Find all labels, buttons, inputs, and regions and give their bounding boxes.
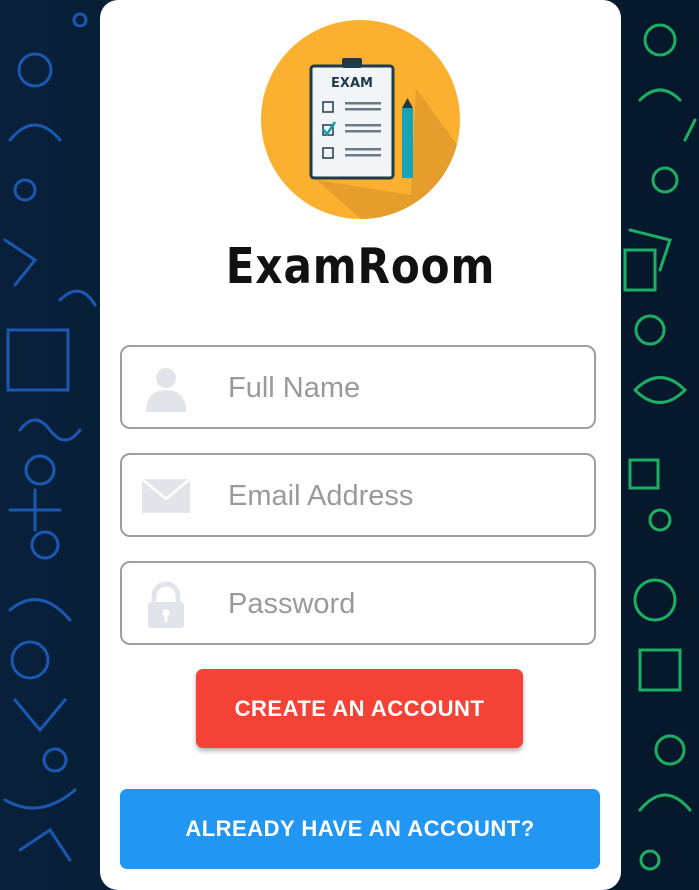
svg-text:EXAM: EXAM: [331, 76, 373, 91]
create-account-button[interactable]: CREATE AN ACCOUNT: [196, 669, 523, 748]
app-title: ExamRoom: [225, 238, 496, 295]
envelope-icon: [142, 478, 190, 513]
lock-icon: [148, 581, 184, 628]
user-icon: [146, 368, 186, 412]
email-field[interactable]: [120, 453, 596, 537]
exam-clipboard-logo: EXAM: [261, 20, 460, 219]
signup-card: EXAM ExamRoom Full Name Email Address CR…: [100, 0, 621, 890]
already-have-account-button[interactable]: ALREADY HAVE AN ACCOUNT?: [120, 789, 600, 869]
email-input[interactable]: [228, 473, 578, 519]
full-name-input[interactable]: [228, 365, 578, 411]
password-input[interactable]: [228, 581, 578, 627]
full-name-field[interactable]: [120, 345, 596, 429]
password-field[interactable]: [120, 561, 596, 645]
